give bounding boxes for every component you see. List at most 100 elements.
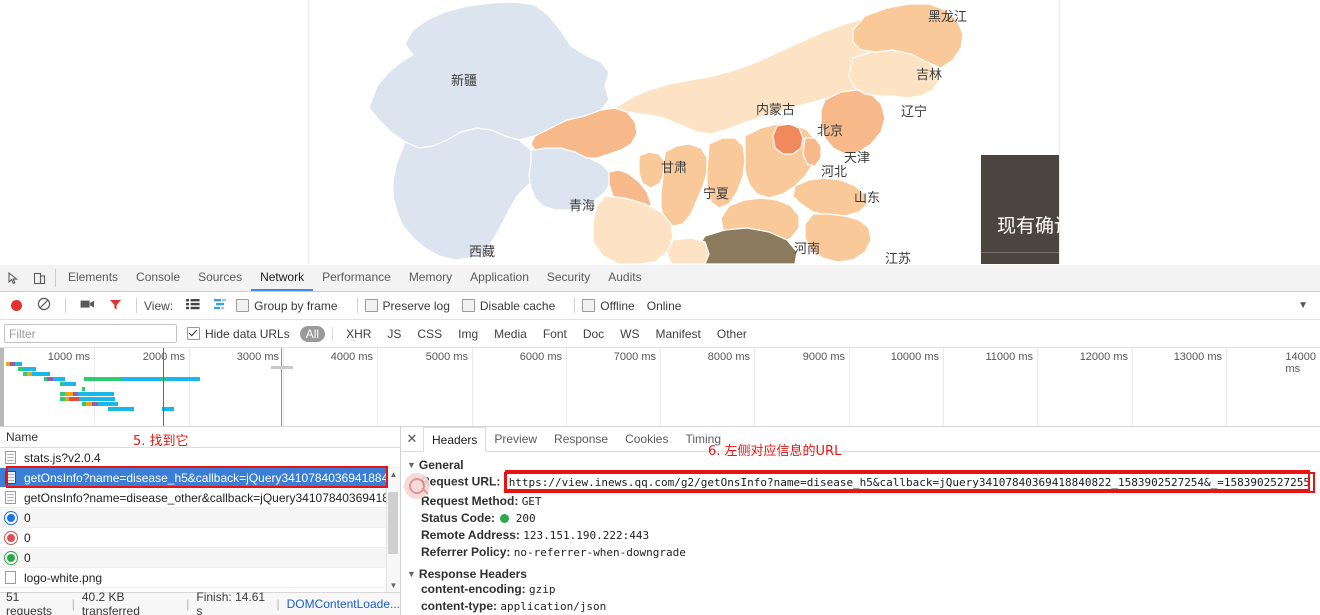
group-by-frame-checkbox[interactable]: Group by frame [236,299,338,313]
tab-elements[interactable]: Elements [59,265,127,291]
tooltip-metric: 现有确诊：15671 [981,211,1059,238]
overview-gridline [566,348,567,426]
type-filter-ws[interactable]: WS [614,326,645,342]
clear-button[interactable] [37,297,51,314]
overview-tick-label: 6000 ms [519,351,562,363]
hide-data-urls-label: Hide data URLs [205,326,290,341]
overview-gridline [660,348,661,426]
tab-memory[interactable]: Memory [400,265,461,291]
record-button[interactable] [11,300,22,311]
type-filter-xhr[interactable]: XHR [340,326,377,342]
table-row[interactable]: 0 [0,528,400,548]
preserve-log-checkbox[interactable]: Preserve log [364,299,450,313]
scrollbar-thumb[interactable] [388,492,398,554]
document-glyph [5,470,16,484]
tab-security[interactable]: Security [538,265,599,291]
overview-bar-segment [98,402,118,406]
overview-gridline [189,348,190,426]
request-name: stats.js?v2.0.4 [24,450,101,465]
detail-tab-cookies[interactable]: Cookies [617,427,677,451]
tab-audits[interactable]: Audits [599,265,650,291]
province-ningxia [638,151,666,189]
table-row[interactable]: 0 [0,548,400,568]
offline-checkbox[interactable]: Offline [582,299,635,313]
request-url-value[interactable]: https://view.inews.qq.com/g2/getOnsInfo?… [503,472,1316,493]
china-epidemic-map[interactable]: 新疆青海西藏甘肃宁夏内蒙古北京天津河北山东河南江苏黑龙江吉林辽宁 湖北 现有确诊… [308,0,1060,264]
type-filter-font[interactable]: Font [537,326,573,342]
search-icon [404,473,430,499]
general-section-title[interactable]: ▼ General [407,458,1320,472]
detail-tab-preview[interactable]: Preview [486,427,546,451]
overview-gridline [754,348,755,426]
status-code-value: 200 [515,512,536,525]
type-filter-img[interactable]: Img [452,326,484,342]
remote-address-row: Remote Address: 123.151.190.222:443 [407,527,1320,544]
overview-bar-segment [82,387,85,391]
screenshot-root: 新疆青海西藏甘肃宁夏内蒙古北京天津河北山东河南江苏黑龙江吉林辽宁 湖北 现有确诊… [0,0,1320,615]
hide-data-urls-checkbox[interactable]: Hide data URLs [187,327,290,341]
disable-cache-checkbox[interactable]: Disable cache [461,299,555,313]
request-rows[interactable]: stats.js?v2.0.4 getOnsInfo?name=disease_h… [0,448,400,592]
device-toolbar-icon[interactable] [26,265,52,291]
province-shanxi [706,137,746,209]
overview-selection-handle[interactable] [271,366,293,369]
chevron-down-icon[interactable]: ▼ [1298,300,1308,311]
detail-tab-response[interactable]: Response [546,427,617,451]
overview-gridline [283,348,284,426]
overview-gridline [1132,348,1133,426]
province-xizang [392,127,540,261]
request-list-pane: Name stats.js?v2.0.4 getOnsInfo?name=dise… [0,427,401,615]
filter-icon[interactable] [109,298,122,314]
capture-screenshots-icon[interactable] [80,298,95,313]
detail-tab-headers[interactable]: Headers [423,427,487,452]
list-view-icon[interactable] [186,298,200,313]
province-tianjin [802,137,822,167]
overview-bar-segment [32,372,50,376]
request-table-header[interactable]: Name [0,427,400,448]
close-icon[interactable]: ✕ [401,427,423,451]
view-label: View: [144,298,174,313]
response-headers-section-title[interactable]: ▼ Response Headers [407,567,1320,581]
status-ok-icon [500,514,510,523]
table-row[interactable]: logo-white.png [0,568,400,588]
table-row[interactable]: stats.js?v2.0.4 [0,448,400,468]
scroll-down-arrow[interactable]: ▼ [387,579,400,592]
type-filter-css[interactable]: CSS [411,326,448,342]
table-row[interactable]: 0 [0,508,400,528]
triangle-down-icon: ▼ [407,460,416,470]
referrer-policy-key: Referrer Policy: [421,545,511,559]
type-filter-manifest[interactable]: Manifest [650,326,707,342]
table-row[interactable]: getOnsInfo?name=disease_other&callback=j… [0,488,400,508]
green-dot-glyph [5,551,17,564]
throttling-select[interactable]: Online [647,299,682,313]
type-filter-other[interactable]: Other [711,326,753,342]
waterfall-view-icon[interactable] [214,298,229,313]
tab-console[interactable]: Console [127,265,189,291]
type-filter-media[interactable]: Media [488,326,533,342]
tab-sources[interactable]: Sources [189,265,251,291]
inspect-icon[interactable] [0,265,26,291]
scroll-up-arrow[interactable]: ▲ [387,468,400,481]
type-filter-all[interactable]: All [299,325,326,342]
province-beijing [772,123,804,155]
overview-bar-segment [65,392,73,396]
filter-input[interactable] [4,324,177,343]
tab-performance[interactable]: Performance [313,265,400,291]
request-list-scrollbar[interactable]: ▲ ▼ [386,468,400,592]
overview-gridline [1037,348,1038,426]
type-filter-doc[interactable]: Doc [577,326,610,342]
tab-application[interactable]: Application [461,265,538,291]
devtools-tabbar: Elements Console Sources Network Performance… [0,265,1320,292]
overview-bar-segment [122,377,162,381]
request-method-row: Request Method: GET [407,493,1320,510]
tab-network[interactable]: Network [251,265,314,291]
type-filter-js[interactable]: JS [381,326,407,342]
overview-bar-segment [84,377,122,381]
province-liaoning [820,89,886,155]
request-name: 0 [24,510,31,525]
type-filter-divider [332,326,334,341]
network-overview-waterfall[interactable]: 1000 ms 2000 ms 3000 ms 4000 ms 5000 ms 6000 … [0,348,1320,427]
table-row[interactable]: getOnsInfo?name=disease_h5&callback=jQue… [0,468,400,488]
document-icon [5,490,18,505]
document-icon [5,450,18,465]
